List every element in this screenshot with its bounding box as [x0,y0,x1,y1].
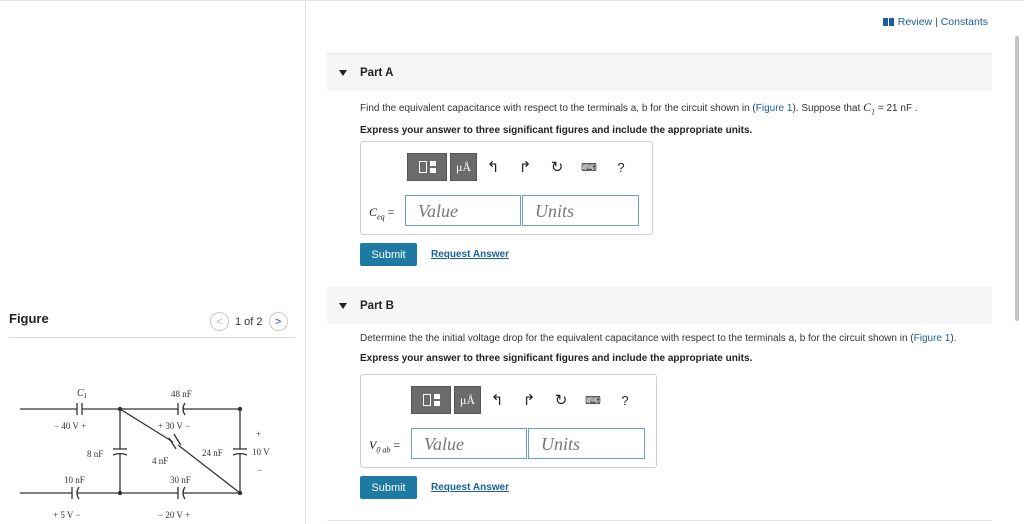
figure-panel: Figure < 1 of 2 > C1 − 40 V + 48 nF + 30… [0,0,306,524]
part-a-question: Find the equivalent capacitance with res… [360,100,918,117]
part-b-instruction: Express your answer to three significant… [360,353,753,364]
ceq-label: Ceq = [369,205,395,222]
reset-icon[interactable]: ↻ [545,386,577,414]
bottom-divider [327,520,992,521]
figure-link[interactable]: Figure 1 [756,103,793,114]
redo-icon[interactable]: ↱ [509,153,541,181]
template-box-icon [422,394,431,406]
templates-button[interactable] [407,153,447,181]
fraction-icon [429,161,436,173]
figure-divider [9,337,295,338]
answer-toolbar: μÅ ↰ ↱ ↻ ⌨ ? [411,386,641,414]
undo-icon[interactable]: ↰ [477,153,509,181]
submit-button[interactable]: Submit [360,476,417,499]
part-a-title: Part A [360,66,394,79]
cap-10-voltage: + 5 V − [53,510,81,520]
cap-4-label: 4 nF [152,456,168,466]
keyboard-icon[interactable]: ⌨ [573,153,605,181]
c1-label: C1 [77,388,87,400]
reset-icon[interactable]: ↻ [541,153,573,181]
template-box-icon [418,161,427,173]
figure-title: Figure [9,311,49,326]
part-b-section: Part B Determine the the initial voltage… [327,287,992,499]
part-a-instruction: Express your answer to three significant… [360,125,753,137]
units-input[interactable]: Units [522,195,639,226]
figure-link[interactable]: Figure 1 [914,333,951,344]
cap-10-label: 10 nF [64,475,85,485]
c1-voltage: − 40 V + [54,421,86,431]
book-icon [882,18,894,26]
next-figure-button[interactable]: > [268,312,288,331]
figure-pager: < 1 of 2 > [210,312,288,331]
cap-24-voltage: 10 V [252,447,270,457]
undo-icon[interactable]: ↰ [481,386,513,414]
part-a-header[interactable]: Part A [327,54,992,91]
v0ab-label: V0 ab = [369,438,401,455]
collapse-triangle-icon [339,69,347,76]
cap-24-minus: − [257,465,262,475]
cap-48-voltage: + 30 V − [158,421,190,431]
units-symbol-button[interactable]: μÅ [454,386,481,414]
request-answer-link[interactable]: Request Answer [431,249,509,260]
fraction-icon [433,394,440,406]
value-input[interactable]: Value [405,195,521,226]
units-input[interactable]: Units [528,428,645,459]
cap-24-plus: + [256,429,261,439]
part-b-question: Determine the the initial voltage drop f… [360,333,957,344]
prev-figure-button[interactable]: < [210,312,229,331]
keyboard-icon[interactable]: ⌨ [577,386,609,414]
part-a-answer-box: μÅ ↰ ↱ ↻ ⌨ ? Ceq = Value Units [360,141,653,235]
circuit-diagram: C1 − 40 V + 48 nF + 30 V − 8 nF 4 nF 24 … [20,388,270,520]
part-b-title: Part B [360,299,394,312]
submit-button[interactable]: Submit [360,243,417,266]
top-divider [306,0,1024,1]
help-icon[interactable]: ? [609,386,641,414]
scrollbar[interactable] [1015,36,1019,321]
review-constants-label: Review | Constants [897,16,988,28]
help-icon[interactable]: ? [605,153,637,181]
cap-8-label: 8 nF [87,449,103,459]
cap-30-label: 30 nF [170,475,191,485]
units-symbol-button[interactable]: μÅ [450,153,477,181]
collapse-triangle-icon [339,302,347,309]
part-b-header[interactable]: Part B [327,287,992,324]
review-constants-link[interactable]: Review | Constants [882,16,988,28]
part-a-section: Part A Find the equivalent capacitance w… [327,54,992,266]
value-input[interactable]: Value [411,428,527,459]
cap-48-label: 48 nF [171,389,192,399]
answer-toolbar: μÅ ↰ ↱ ↻ ⌨ ? [407,153,637,181]
cap-30-voltage: − 20 V + [158,510,190,520]
part-b-answer-box: μÅ ↰ ↱ ↻ ⌨ ? V0 ab = Value Units [360,374,657,468]
templates-button[interactable] [411,386,451,414]
request-answer-link[interactable]: Request Answer [431,482,509,493]
figure-page-count: 1 of 2 [235,315,263,328]
redo-icon[interactable]: ↱ [513,386,545,414]
cap-24-label: 24 nF [202,448,223,458]
